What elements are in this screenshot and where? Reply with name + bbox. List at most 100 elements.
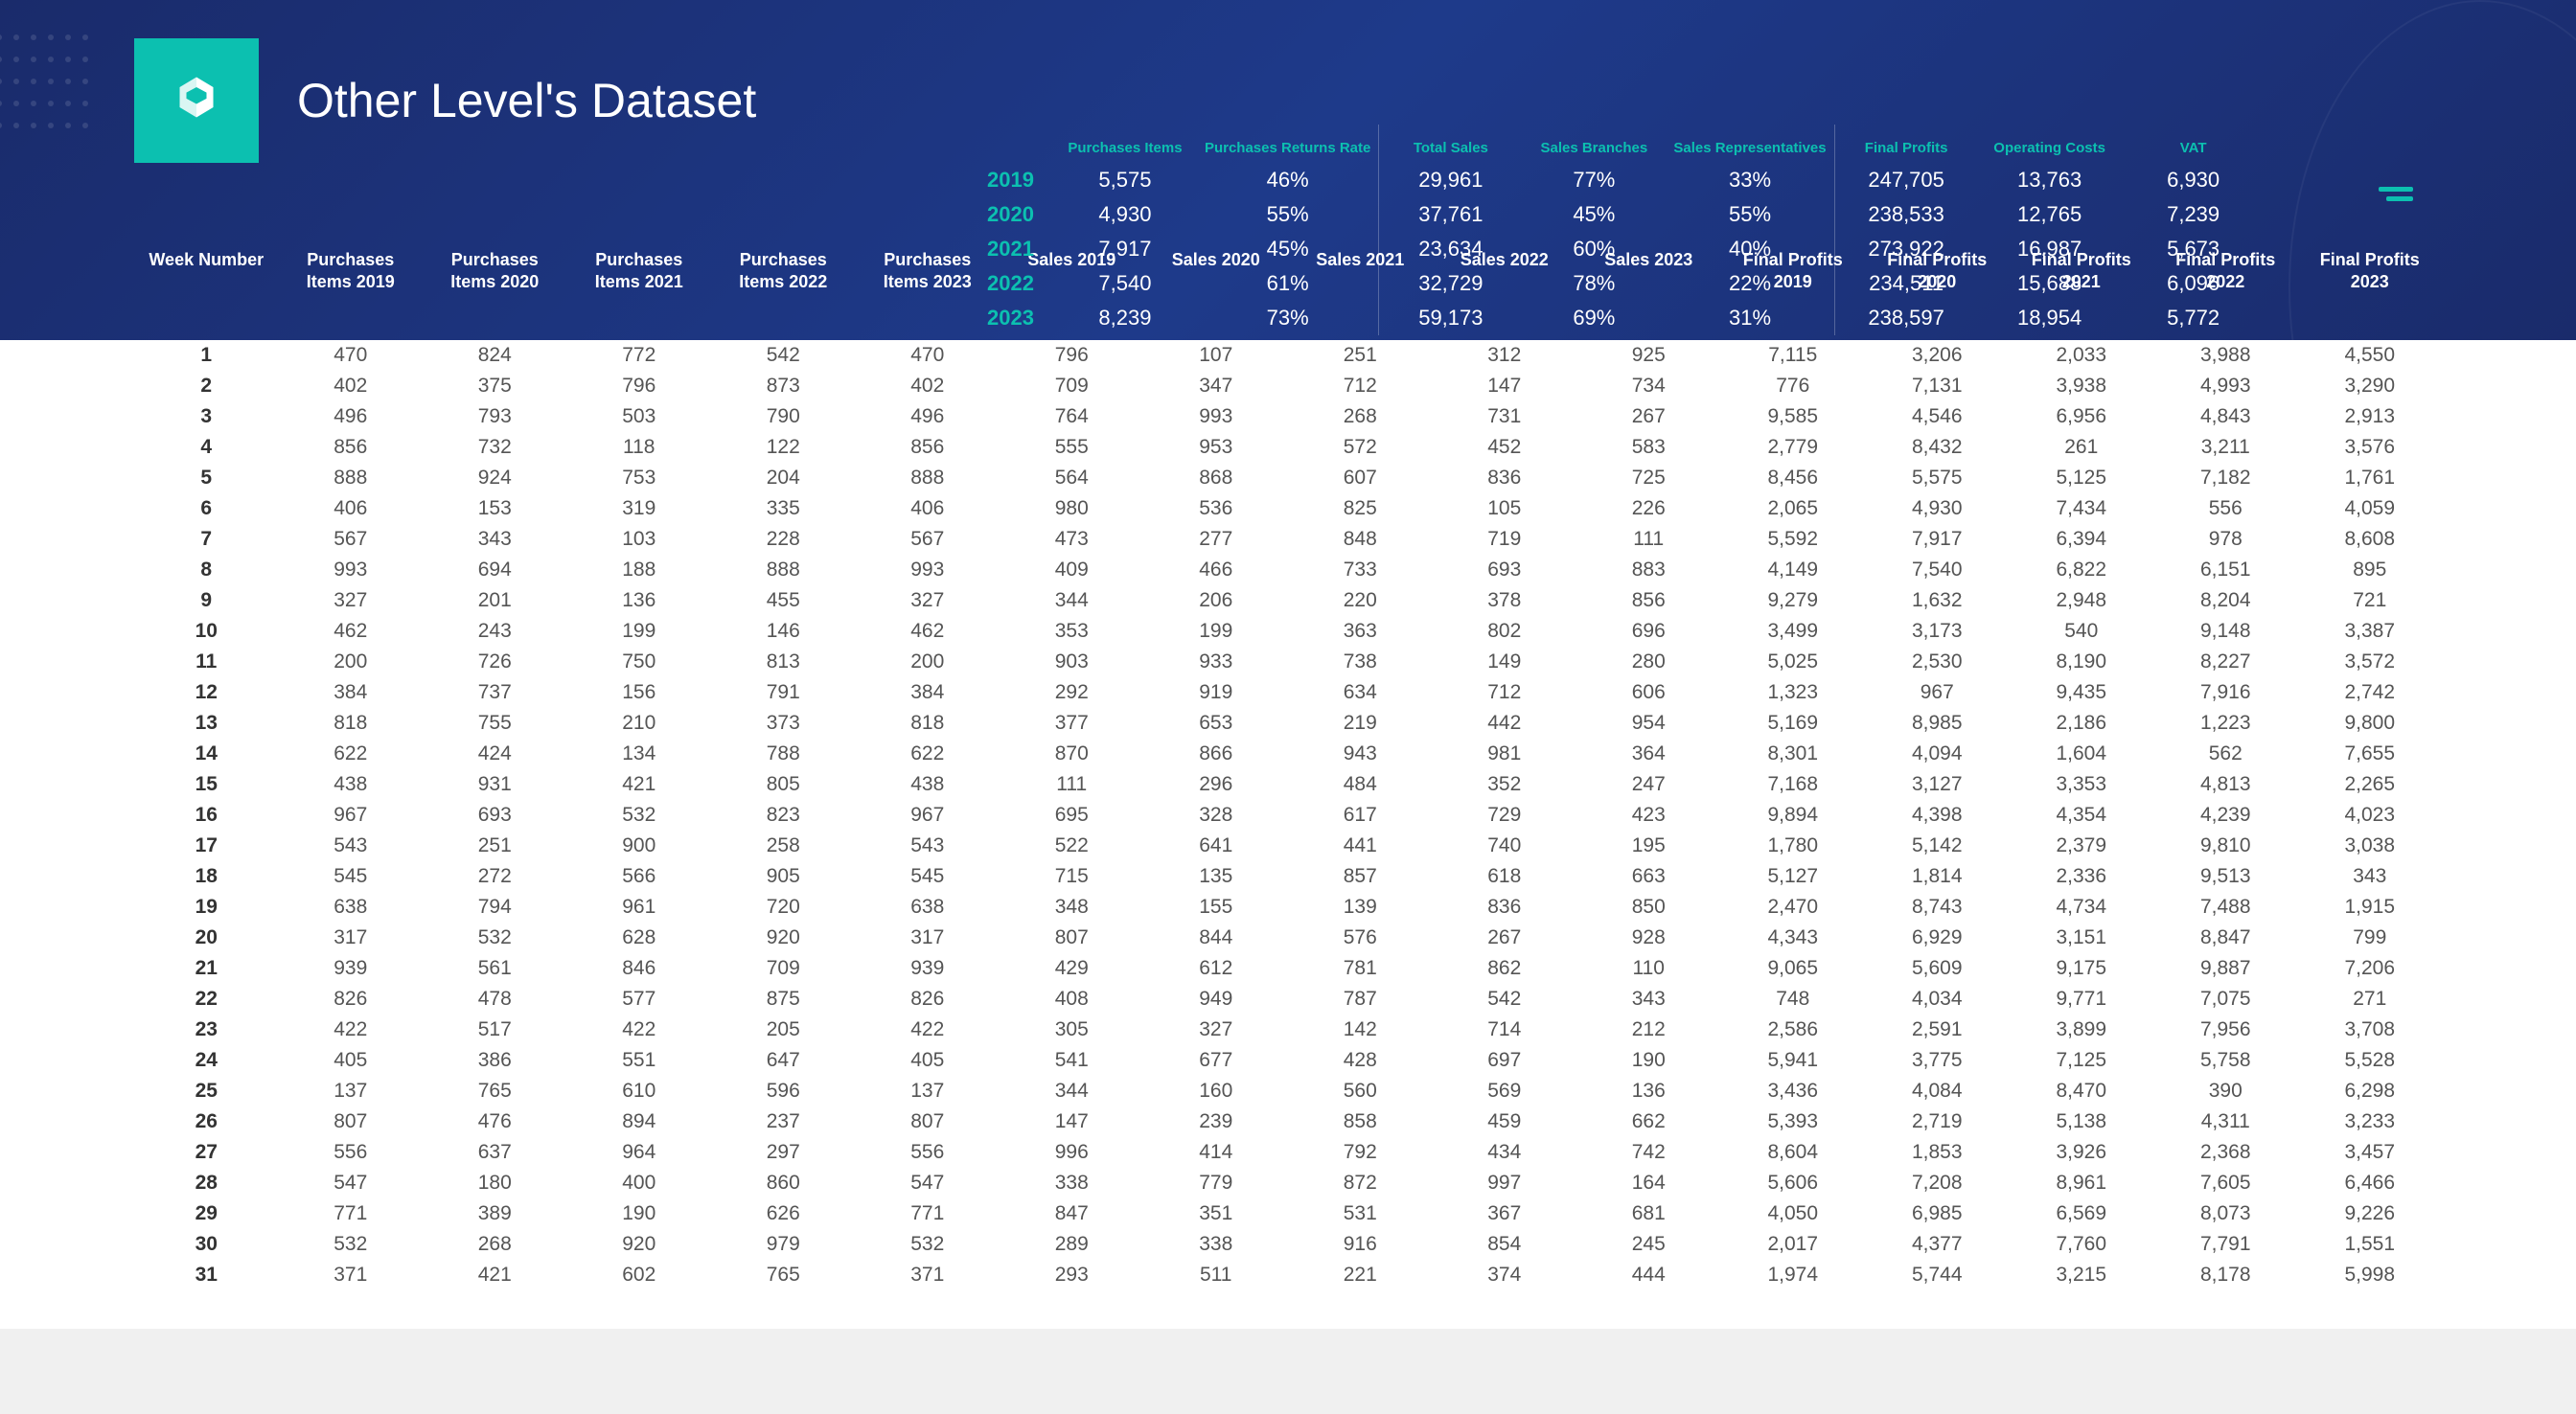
data-cell: 289 xyxy=(1000,1229,1144,1260)
data-cell: 1,632 xyxy=(1865,585,2010,616)
data-cell: 5,127 xyxy=(1721,861,1866,892)
data-cell: 3,127 xyxy=(1865,769,2010,800)
data-cell: 8,985 xyxy=(1865,708,2010,739)
data-cell: 147 xyxy=(1000,1106,1144,1137)
data-cell: 846 xyxy=(567,953,712,984)
data-cell: 771 xyxy=(856,1198,1000,1229)
data-cell: 628 xyxy=(567,923,712,953)
data-cell: 4,343 xyxy=(1721,923,1866,953)
table-row: 104622431991464623531993638026963,4993,1… xyxy=(134,616,2442,647)
summary-metric-header: Sales Branches xyxy=(1530,125,1658,163)
data-cell: 844 xyxy=(1144,923,1289,953)
data-cell: 195 xyxy=(1576,831,1721,861)
data-cell: 402 xyxy=(279,371,424,401)
summary-year: 2019 xyxy=(987,163,1034,197)
data-cell: 2,586 xyxy=(1721,1015,1866,1045)
data-cell: 2,033 xyxy=(2010,340,2154,371)
data-cell: 317 xyxy=(279,923,424,953)
summary-metric-column: Sales Branches77%45%60%78%69% xyxy=(1522,125,1666,335)
data-cell: 251 xyxy=(1288,340,1433,371)
data-cell: 110 xyxy=(1576,953,1721,984)
data-cell: 602 xyxy=(567,1260,712,1290)
data-cell: 511 xyxy=(1144,1260,1289,1290)
data-cell: 4,398 xyxy=(1865,800,2010,831)
summary-metric-column: VAT6,9307,2395,6736,0965,772 xyxy=(2122,125,2266,335)
data-cell: 423 xyxy=(1576,800,1721,831)
data-cell: 444 xyxy=(1576,1260,1721,1290)
data-cell: 693 xyxy=(423,800,567,831)
week-number-cell: 5 xyxy=(134,463,279,493)
data-cell: 442 xyxy=(1433,708,1577,739)
data-cell: 5,744 xyxy=(1865,1260,2010,1290)
data-cell: 836 xyxy=(1433,892,1577,923)
data-cell: 824 xyxy=(423,340,567,371)
data-cell: 916 xyxy=(1288,1229,1433,1260)
column-header: Purchases Items 2022 xyxy=(711,249,856,292)
summary-metric-value: 247,705 xyxy=(1843,163,1970,197)
data-cell: 378 xyxy=(1433,585,1577,616)
data-cell: 4,993 xyxy=(2153,371,2298,401)
data-cell: 1,604 xyxy=(2010,739,2154,769)
data-cell: 348 xyxy=(1000,892,1144,923)
data-cell: 8,204 xyxy=(2153,585,2298,616)
data-cell: 856 xyxy=(1576,585,1721,616)
data-cell: 4,734 xyxy=(2010,892,2154,923)
data-cell: 484 xyxy=(1288,769,1433,800)
data-cell: 787 xyxy=(1288,984,1433,1015)
data-cell: 3,938 xyxy=(2010,371,2154,401)
summary-metric-value: 78% xyxy=(1530,266,1658,301)
data-cell: 111 xyxy=(1000,769,1144,800)
data-cell: 344 xyxy=(1000,585,1144,616)
data-cell: 729 xyxy=(1433,800,1577,831)
data-cell: 532 xyxy=(423,923,567,953)
data-cell: 5,125 xyxy=(2010,463,2154,493)
menu-icon[interactable] xyxy=(2379,182,2413,206)
data-cell: 939 xyxy=(856,953,1000,984)
table-row: 169676935328239676953286177294239,8944,3… xyxy=(134,800,2442,831)
data-cell: 200 xyxy=(279,647,424,677)
data-cell: 4,149 xyxy=(1721,555,1866,585)
data-cell: 2,265 xyxy=(2298,769,2443,800)
data-cell: 305 xyxy=(1000,1015,1144,1045)
data-cell: 377 xyxy=(1000,708,1144,739)
data-cell: 343 xyxy=(1576,984,1721,1015)
column-header: Purchases Items 2020 xyxy=(423,249,567,292)
data-cell: 949 xyxy=(1144,984,1289,1015)
data-cell: 160 xyxy=(1144,1076,1289,1106)
data-cell: 858 xyxy=(1288,1106,1433,1137)
data-cell: 779 xyxy=(1144,1168,1289,1198)
data-cell: 721 xyxy=(2298,585,2443,616)
week-number-cell: 25 xyxy=(134,1076,279,1106)
data-cell: 344 xyxy=(1000,1076,1144,1106)
table-row: 297713891906267718473515313676814,0506,9… xyxy=(134,1198,2442,1229)
data-cell: 776 xyxy=(1721,371,1866,401)
data-cell: 5,575 xyxy=(1865,463,2010,493)
table-row: 305322689209795322893389168542452,0174,3… xyxy=(134,1229,2442,1260)
data-cell: 596 xyxy=(711,1076,856,1106)
week-number-cell: 12 xyxy=(134,677,279,708)
data-cell: 6,151 xyxy=(2153,555,2298,585)
data-cell: 267 xyxy=(1433,923,1577,953)
data-cell: 939 xyxy=(279,953,424,984)
data-cell: 3,353 xyxy=(2010,769,2154,800)
summary-metric-header: Purchases Returns Rate xyxy=(1205,125,1370,163)
data-cell: 137 xyxy=(856,1076,1000,1106)
data-cell: 764 xyxy=(1000,401,1144,432)
data-cell: 3,988 xyxy=(2153,340,2298,371)
data-cell: 9,435 xyxy=(2010,677,2154,708)
summary-metric-value: 33% xyxy=(1673,163,1826,197)
data-cell: 212 xyxy=(1576,1015,1721,1045)
data-cell: 9,894 xyxy=(1721,800,1866,831)
data-cell: 993 xyxy=(856,555,1000,585)
data-cell: 384 xyxy=(279,677,424,708)
data-cell: 556 xyxy=(279,1137,424,1168)
data-cell: 7,540 xyxy=(1865,555,2010,585)
summary-metric-header: Final Profits xyxy=(1843,125,1970,163)
summary-metric-value: 15,688 xyxy=(1986,266,2114,301)
data-cell: 429 xyxy=(1000,953,1144,984)
year-column: 20192020202120222023 xyxy=(987,125,1053,335)
data-cell: 920 xyxy=(711,923,856,953)
data-cell: 791 xyxy=(711,677,856,708)
data-cell: 954 xyxy=(1576,708,1721,739)
table-row: 24023757968734027093477121477347767,1313… xyxy=(134,371,2442,401)
